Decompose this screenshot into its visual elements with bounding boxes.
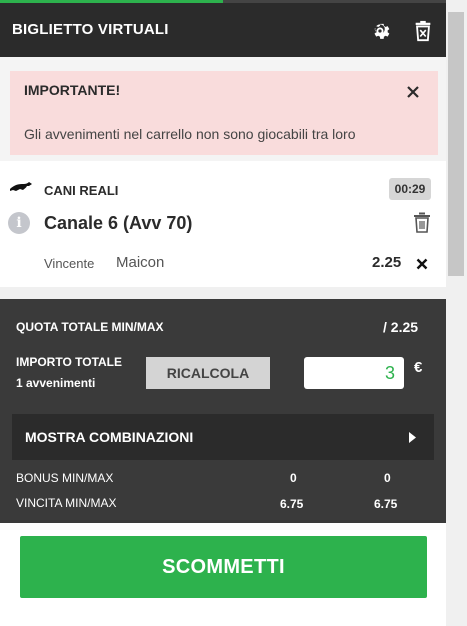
- alert-message: Gli avvenimenti nel carrello non sono gi…: [24, 126, 356, 142]
- market-label: Vincente: [44, 256, 95, 271]
- currency-symbol: €: [414, 359, 423, 376]
- alert-container: IMPORTANTE! Gli avvenimenti nel carrello…: [0, 57, 446, 161]
- combinations-label: MOSTRA COMBINAZIONI: [25, 429, 194, 445]
- betslip-title: BIGLIETTO VIRTUALI: [12, 21, 169, 38]
- time-badge: 00:29: [389, 178, 431, 200]
- event-name: CANI REALI: [44, 183, 119, 198]
- selection-name: Maicon: [116, 254, 165, 271]
- trash-icon[interactable]: [412, 20, 434, 42]
- greyhound-icon: [10, 182, 32, 191]
- stake-input[interactable]: [304, 357, 404, 389]
- chevron-right-icon: [409, 432, 416, 443]
- gear-icon[interactable]: [369, 20, 391, 42]
- events-count: 1 avvenimenti: [16, 376, 96, 390]
- bonus-max: 0: [384, 471, 391, 485]
- show-combinations-button[interactable]: MOSTRA COMBINAZIONI: [12, 414, 434, 460]
- importo-label: IMPORTO TOTALE: [16, 355, 123, 369]
- close-icon[interactable]: [416, 258, 428, 270]
- quota-label: QUOTA TOTALE MIN/MAX: [16, 320, 164, 334]
- info-icon[interactable]: i: [8, 212, 30, 234]
- important-alert: IMPORTANTE! Gli avvenimenti nel carrello…: [10, 71, 438, 155]
- bonus-label: BONUS MIN/MAX: [16, 471, 114, 485]
- vincita-label: VINCITA MIN/MAX: [16, 496, 117, 510]
- bonus-min: 0: [290, 471, 297, 485]
- channel-name: Canale 6 (Avv 70): [44, 213, 193, 233]
- separator: [0, 287, 446, 299]
- selection-odd: 2.25: [372, 254, 402, 271]
- remove-bet-trash-icon[interactable]: [413, 212, 431, 233]
- alert-title: IMPORTANTE!: [24, 82, 121, 98]
- betslip-header: BIGLIETTO VIRTUALI: [0, 3, 446, 57]
- vincita-max: 6.75: [374, 497, 398, 511]
- betslip-window: BIGLIETTO VIRTUALI IMPORTANTE! Gli avven…: [0, 0, 467, 626]
- close-icon[interactable]: [406, 85, 420, 99]
- bet-item: CANI REALI 00:29 i Canale 6 (Avv 70) Vin…: [0, 161, 446, 287]
- place-bet-button[interactable]: SCOMMETTI: [20, 536, 427, 598]
- quota-value: / 2.25: [383, 319, 419, 335]
- betslip-summary: QUOTA TOTALE MIN/MAX / 2.25 IMPORTO TOTA…: [0, 299, 446, 523]
- recalculate-button[interactable]: RICALCOLA: [146, 357, 270, 389]
- scrollbar-thumb[interactable]: [448, 12, 464, 276]
- vincita-min: 6.75: [280, 497, 304, 511]
